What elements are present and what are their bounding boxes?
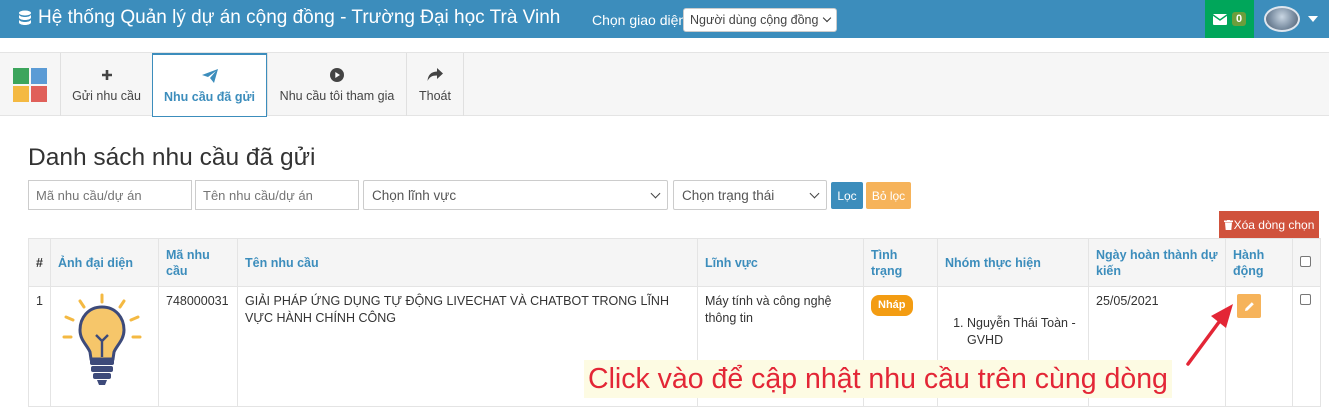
field-select[interactable]: Chọn lĩnh vực	[363, 180, 668, 210]
messages-button[interactable]: 0	[1205, 0, 1254, 38]
menu-sent-requests-label: Nhu cầu đã gửi	[163, 90, 255, 104]
chevron-down-icon	[822, 13, 832, 23]
interface-select-value: Người dùng cộng đồng	[690, 13, 819, 27]
row-checkbox[interactable]	[1300, 294, 1311, 305]
module-menu: Gửi nhu cầu Nhu cầu đã gửi Nhu cầu tôi t…	[0, 52, 1329, 117]
col-index: #	[28, 238, 51, 287]
top-navbar: Hệ thống Quản lý dự án cộng đồng - Trườn…	[0, 0, 1329, 38]
status-select-value: Chọn trạng thái	[682, 187, 775, 203]
col-due-date: Ngày hoàn thành dự kiến	[1088, 238, 1226, 287]
menu-sent-requests[interactable]: Nhu cầu đã gửi	[152, 53, 267, 117]
lightbulb-icon	[62, 293, 142, 385]
annotation-callout: Click vào để cập nhật nhu cầu trên cùng …	[584, 360, 1172, 398]
page-title: Danh sách nhu cầu đã gửi	[28, 144, 316, 171]
menu-logout[interactable]: Thoát	[406, 53, 464, 116]
request-code-input[interactable]	[28, 180, 192, 210]
plus-icon	[101, 66, 113, 84]
menu-participating[interactable]: Nhu cầu tôi tham gia	[267, 53, 406, 116]
app-title: Hệ thống Quản lý dự án cộng đồng - Trườn…	[38, 7, 561, 28]
select-all-checkbox[interactable]	[1300, 255, 1311, 267]
caret-down-icon	[1308, 16, 1318, 22]
status-badge: Nháp	[871, 295, 913, 316]
reset-filter-button[interactable]: Bỏ lọc	[866, 182, 911, 209]
interface-label: Chọn giao diện	[592, 12, 687, 28]
row-avatar-cell	[50, 286, 159, 407]
team-member: Nguyễn Thái Toàn - GVHD	[967, 315, 1081, 349]
pencil-icon	[1244, 301, 1254, 311]
team-list: Nguyễn Thái Toàn - GVHD	[945, 315, 1081, 349]
menu-send-request-label: Gửi nhu cầu	[72, 89, 141, 103]
messages-count-badge: 0	[1231, 12, 1247, 26]
table-header-row: # Ảnh đại diện Mã nhu cầu Tên nhu cầu Lĩ…	[28, 238, 1321, 287]
row-action-cell	[1225, 286, 1293, 407]
col-team: Nhóm thực hiện	[937, 238, 1089, 287]
filter-button[interactable]: Lọc	[831, 182, 863, 209]
share-icon	[427, 66, 443, 84]
col-status: Tình trạng	[863, 238, 938, 287]
paper-plane-icon	[201, 67, 218, 85]
user-menu[interactable]	[1254, 0, 1329, 38]
col-select-all	[1292, 238, 1321, 287]
delete-selected-label: Xóa dòng chọn	[1233, 217, 1315, 232]
menu-send-request[interactable]: Gửi nhu cầu	[60, 53, 152, 116]
chevron-down-icon	[650, 188, 661, 198]
database-icon	[19, 10, 31, 25]
status-select[interactable]: Chọn trạng thái	[673, 180, 827, 210]
col-action: Hành động	[1225, 238, 1293, 287]
envelope-icon	[1212, 13, 1227, 25]
delete-selected-button[interactable]: Xóa dòng chọn	[1219, 211, 1319, 238]
field-select-value: Chọn lĩnh vực	[372, 187, 457, 203]
menu-logout-label: Thoát	[419, 89, 451, 103]
play-circle-icon	[330, 66, 344, 84]
col-avatar: Ảnh đại diện	[50, 238, 159, 287]
apps-logo-icon[interactable]	[13, 68, 47, 102]
interface-select[interactable]: Người dùng cộng đồng	[683, 8, 837, 32]
chevron-down-icon	[809, 188, 820, 198]
col-name: Tên nhu cầu	[237, 238, 698, 287]
avatar	[1264, 6, 1300, 32]
app-brand[interactable]: Hệ thống Quản lý dự án cộng đồng - Trườn…	[18, 7, 560, 29]
col-code: Mã nhu cầu	[158, 238, 238, 287]
trash-icon	[1223, 219, 1233, 230]
row-index: 1	[28, 286, 51, 407]
row-code: 748000031	[158, 286, 238, 407]
request-name-input[interactable]	[195, 180, 359, 210]
col-field: Lĩnh vực	[697, 238, 864, 287]
menu-participating-label: Nhu cầu tôi tham gia	[279, 89, 395, 103]
row-select-cell	[1292, 286, 1321, 407]
edit-button[interactable]	[1237, 294, 1261, 318]
